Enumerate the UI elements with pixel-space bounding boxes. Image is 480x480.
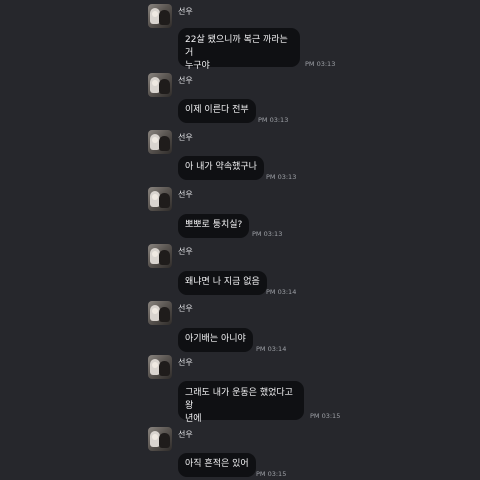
avatar[interactable]: [148, 187, 172, 211]
sender-name: 선우: [178, 430, 193, 439]
message-timestamp: PM 03:13: [305, 60, 336, 68]
sender-name: 선우: [178, 7, 193, 16]
message-bubble[interactable]: 뽀뽀로 퉁치실?: [178, 214, 250, 238]
message-timestamp: PM 03:13: [252, 230, 283, 238]
message-bubble[interactable]: 그래도 내가 운동은 했었다고 왕 년에: [178, 381, 304, 424]
avatar[interactable]: [148, 73, 172, 97]
message-timestamp: PM 03:14: [256, 345, 287, 353]
avatar[interactable]: [148, 301, 172, 325]
message-bubble[interactable]: 아기배는 아니야: [178, 328, 253, 352]
avatar[interactable]: [148, 355, 172, 379]
message-bubble[interactable]: 이제 이른다 전부: [178, 99, 256, 123]
sender-name: 선우: [178, 358, 193, 367]
message-timestamp: PM 03:13: [266, 173, 297, 181]
chat-message-list: 선우 22살 됐으니까 복근 까라는 거 누구야 PM 03:13 선우 이제 …: [0, 0, 480, 480]
sender-name: 선우: [178, 304, 193, 313]
sender-name: 선우: [178, 76, 193, 85]
message-bubble[interactable]: 왜냐면 나 지금 없음: [178, 271, 267, 295]
message-bubble[interactable]: 아직 흔적은 있어: [178, 453, 256, 477]
avatar[interactable]: [148, 244, 172, 268]
avatar[interactable]: [148, 4, 172, 28]
message-bubble[interactable]: 아 내가 약속했구나: [178, 156, 264, 180]
message-bubble[interactable]: 22살 됐으니까 복근 까라는 거 누구야: [178, 28, 300, 71]
message-timestamp: PM 03:15: [256, 470, 287, 478]
avatar[interactable]: [148, 130, 172, 154]
sender-name: 선우: [178, 190, 193, 199]
message-timestamp: PM 03:14: [266, 288, 297, 296]
message-timestamp: PM 03:15: [310, 412, 341, 420]
avatar[interactable]: [148, 427, 172, 451]
message-timestamp: PM 03:13: [258, 116, 289, 124]
sender-name: 선우: [178, 247, 193, 256]
sender-name: 선우: [178, 133, 193, 142]
